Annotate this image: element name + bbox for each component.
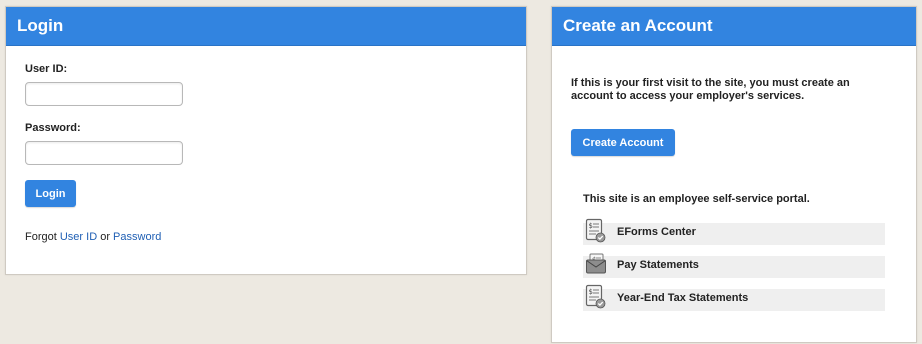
service-label-eforms: EForms Center <box>617 226 696 238</box>
forgot-password-link[interactable]: Password <box>113 231 161 243</box>
service-item-pay-statements[interactable]: $ Pay Statements <box>583 253 885 278</box>
forgot-credentials: Forgot User ID or Password <box>25 231 161 243</box>
create-account-button[interactable]: Create Account <box>571 129 675 156</box>
create-account-intro: If this is your first visit to the site,… <box>571 77 850 102</box>
forgot-prefix: Forgot <box>25 231 60 243</box>
svg-text:$: $ <box>589 288 593 296</box>
user-id-label: User ID: <box>25 63 68 75</box>
login-panel-title: Login <box>6 7 526 46</box>
service-label-pay-statements: Pay Statements <box>617 259 699 271</box>
forgot-user-id-link[interactable]: User ID <box>60 231 97 243</box>
service-item-tax-statements[interactable]: $ Year-End Tax Statements <box>583 284 885 311</box>
forgot-or: or <box>97 231 114 243</box>
password-input[interactable] <box>25 141 183 165</box>
login-button[interactable]: Login <box>25 180 76 207</box>
portal-description: This site is an employee self-service po… <box>583 193 810 205</box>
create-account-panel: Create an Account If this is your first … <box>551 6 917 343</box>
tax-document-icon: $ <box>585 284 607 310</box>
service-label-tax-statements: Year-End Tax Statements <box>617 292 749 304</box>
user-id-input[interactable] <box>25 82 183 106</box>
svg-text:$: $ <box>589 222 593 230</box>
form-document-icon: $ <box>585 218 607 244</box>
create-account-title: Create an Account <box>552 7 916 46</box>
password-label: Password: <box>25 122 81 134</box>
login-panel: Login User ID: Password: Login Forgot Us… <box>5 6 527 275</box>
service-item-eforms[interactable]: $ EForms Center <box>583 218 885 245</box>
pay-envelope-icon: $ <box>585 251 607 277</box>
